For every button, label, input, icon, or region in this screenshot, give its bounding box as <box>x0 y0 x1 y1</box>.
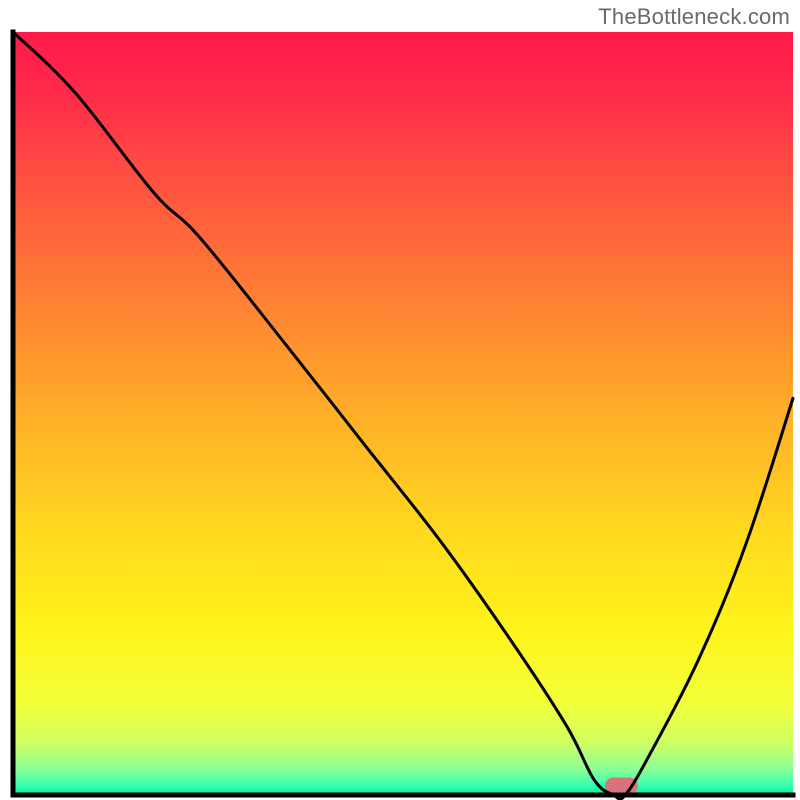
gradient-background <box>13 32 793 795</box>
bottleneck-chart <box>0 0 800 800</box>
